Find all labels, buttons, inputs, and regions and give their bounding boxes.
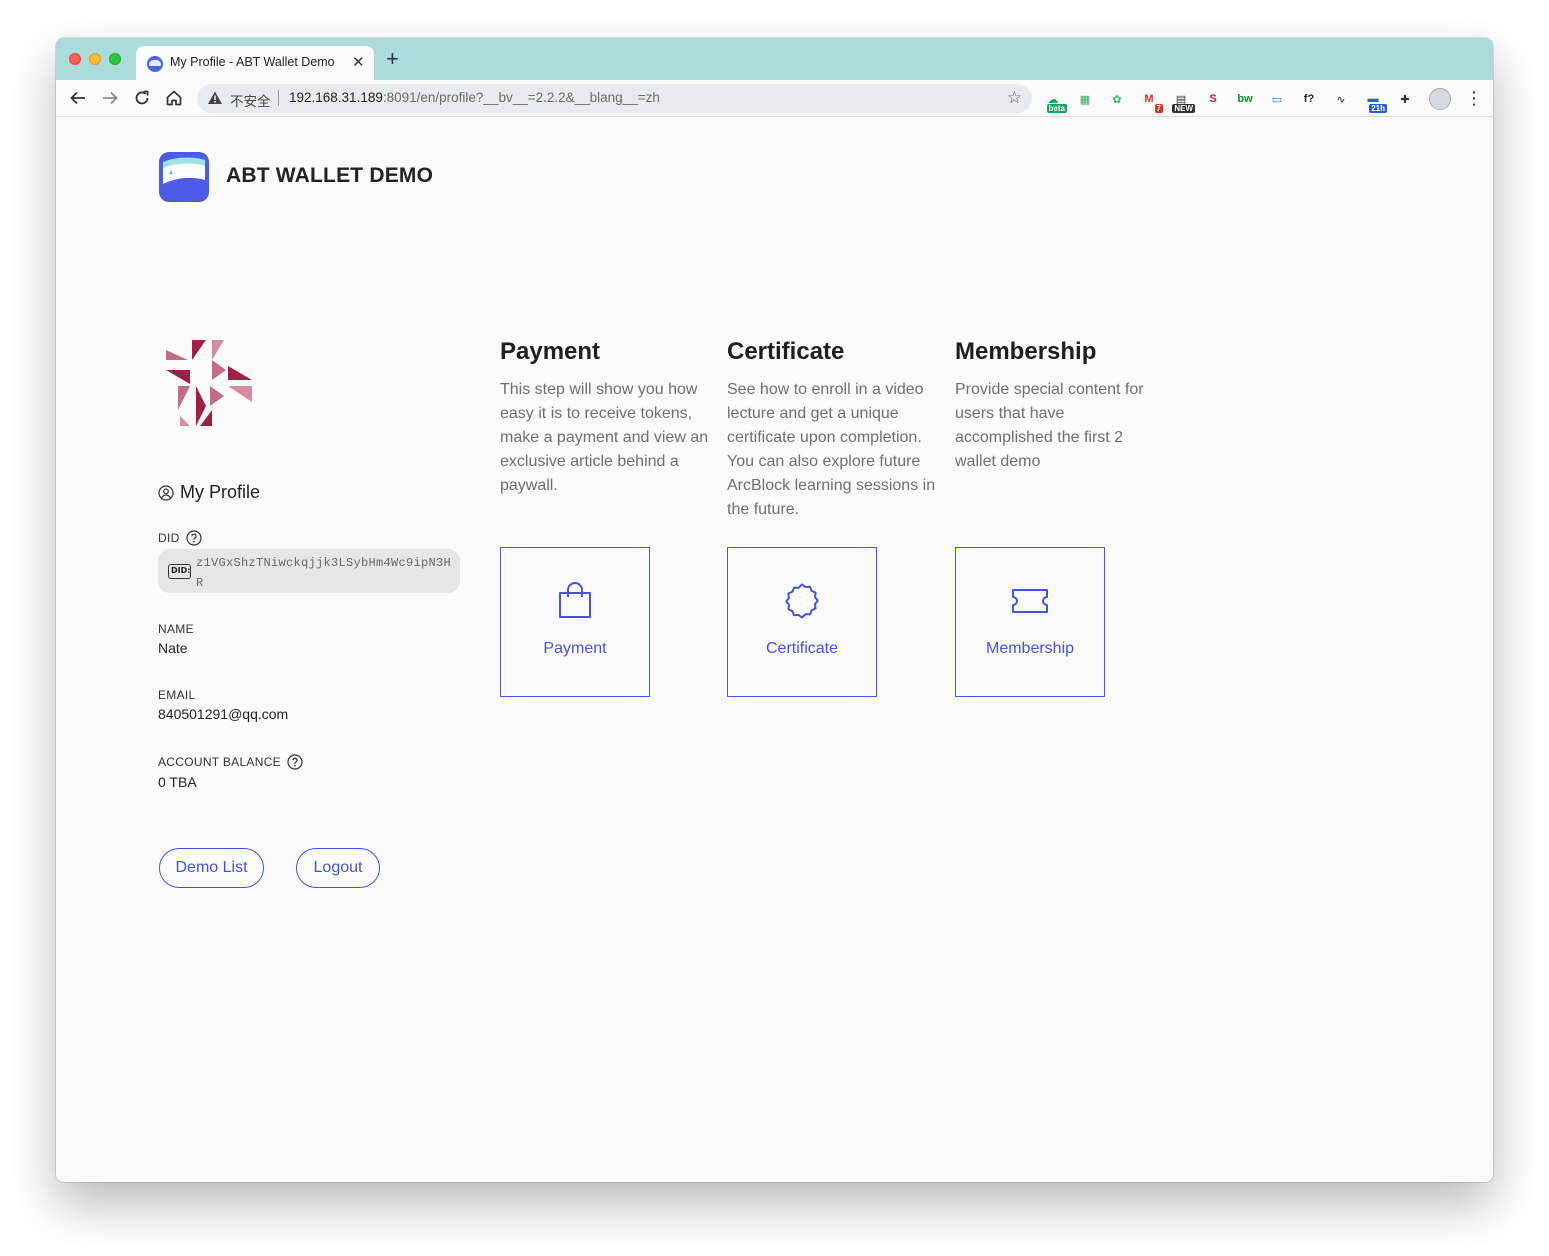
- demo-list-button[interactable]: Demo List: [159, 848, 264, 888]
- sheets-extension-icon[interactable]: ▦: [1075, 89, 1095, 109]
- evernote-glyph: ✿: [1112, 93, 1122, 106]
- email-value: 840501291@qq.com: [158, 706, 289, 722]
- payment-description: This step will show you how easy it is t…: [500, 381, 709, 494]
- abt-wallet-logo: [159, 152, 209, 202]
- badge-icon: [785, 583, 819, 619]
- balance-value: 0 TBA: [158, 774, 197, 790]
- tab-strip: My Profile - ABT Wallet Demo ✕ +: [56, 38, 1493, 80]
- brand-title: ABT WALLET DEMO: [226, 164, 434, 187]
- screen-extension-icon[interactable]: ▭: [1267, 89, 1287, 109]
- omnibox-divider: [278, 90, 279, 106]
- certificate-title: Certificate: [727, 338, 845, 365]
- back-icon[interactable]: [67, 87, 89, 109]
- insecure-label[interactable]: 不安全: [230, 90, 271, 110]
- bw-extension-icon[interactable]: bw: [1235, 89, 1255, 109]
- address-bar[interactable]: 不安全 192.168.31.189:8091/en/profile?__bv_…: [197, 84, 1032, 113]
- shopping-bag-icon: [559, 582, 591, 618]
- name-label-text: NAME: [158, 622, 194, 636]
- font-extension-icon[interactable]: f?: [1299, 89, 1319, 109]
- puzzle-extension-icon[interactable]: ✚: [1395, 89, 1415, 109]
- minimize-window-button[interactable]: [89, 53, 101, 65]
- page-content: ABT WALLET DEMO My Profile DID DID: z1VG…: [56, 118, 1493, 1182]
- warning-icon[interactable]: [207, 90, 223, 111]
- payment-card-label: Payment: [543, 640, 607, 657]
- url-text[interactable]: 192.168.31.189:8091/en/profile?__bv__=2.…: [289, 90, 660, 105]
- membership-card-label: Membership: [985, 640, 1075, 657]
- did-help-icon[interactable]: [185, 530, 202, 546]
- certificate-card-label: Certificate: [765, 640, 839, 657]
- home-icon[interactable]: [163, 87, 185, 109]
- forward-icon[interactable]: [99, 87, 121, 109]
- calendar-badge: 21h: [1369, 104, 1387, 113]
- did-display[interactable]: DID: z1VGxShzTNiwckqjjk3LSybHm4Wc9ipN3HR: [158, 549, 460, 593]
- url-path: :8091/en/profile?__bv__=2.2.2&__blang__=…: [382, 90, 660, 105]
- email-label-text: EMAIL: [158, 688, 196, 702]
- evernote-extension-icon[interactable]: ✿: [1107, 89, 1127, 109]
- news-badge: NEW: [1172, 104, 1195, 113]
- profile-avatar-icon[interactable]: [1429, 88, 1451, 110]
- reload-icon[interactable]: [131, 87, 153, 109]
- balance-help-icon[interactable]: [287, 754, 303, 770]
- my-profile-title: My Profile: [180, 482, 261, 502]
- screen-glyph: ▭: [1271, 93, 1283, 106]
- membership-card[interactable]: Membership: [955, 547, 1105, 697]
- browser-window: My Profile - ABT Wallet Demo ✕ + 不安全 192…: [56, 38, 1493, 1182]
- logout-button[interactable]: Logout: [296, 848, 380, 888]
- tab-close-icon[interactable]: ✕: [352, 53, 365, 71]
- close-window-button[interactable]: [69, 53, 81, 65]
- news-extension-icon[interactable]: ▤ NEW: [1171, 89, 1195, 113]
- payment-title: Payment: [500, 338, 601, 365]
- font-glyph: f?: [1303, 93, 1315, 105]
- payment-card[interactable]: Payment: [500, 547, 650, 697]
- chart-glyph: ∿: [1336, 93, 1346, 106]
- gmail-extension-icon[interactable]: M7: [1139, 89, 1163, 113]
- did-label-row: DID: [158, 530, 202, 546]
- ticket-icon: [1012, 589, 1048, 613]
- did-value: z1VGxShzTNiwckqjjk3LSybHm4Wc9ipN3HR: [196, 556, 452, 590]
- did-badge-icon: DID:: [168, 564, 191, 579]
- membership-description: Provide special content for users that h…: [955, 381, 1144, 470]
- did-label: DID: [158, 531, 180, 545]
- tab-my-profile[interactable]: My Profile - ABT Wallet Demo ✕: [136, 46, 374, 80]
- cloud-beta-badge: beta: [1046, 104, 1067, 113]
- new-tab-button[interactable]: +: [386, 48, 399, 70]
- bookmark-star-icon[interactable]: ☆: [1007, 88, 1022, 108]
- name-value: Nate: [158, 640, 188, 656]
- puzzle-glyph: ✚: [1400, 93, 1410, 106]
- red-square-glyph: S: [1209, 93, 1217, 105]
- email-label: EMAIL: [158, 688, 196, 702]
- chart-extension-icon[interactable]: ∿: [1331, 89, 1351, 109]
- sheets-glyph: ▦: [1079, 93, 1091, 106]
- tab-favicon-icon: [147, 56, 163, 72]
- certificate-card[interactable]: Certificate: [727, 547, 877, 697]
- certificate-description: See how to enroll in a video lecture and…: [727, 381, 936, 518]
- balance-label: ACCOUNT BALANCE: [158, 755, 281, 769]
- membership-title: Membership: [955, 338, 1097, 365]
- user-avatar: [166, 340, 252, 426]
- cloud-beta-extension-icon[interactable]: ☁ beta: [1043, 89, 1067, 113]
- tab-title: My Profile - ABT Wallet Demo: [170, 55, 335, 69]
- zoom-window-button[interactable]: [109, 53, 121, 65]
- browser-toolbar: 不安全 192.168.31.189:8091/en/profile?__bv_…: [56, 80, 1493, 117]
- bw-glyph: bw: [1237, 93, 1253, 105]
- calendar-extension-icon[interactable]: ▬ 21h: [1363, 89, 1387, 113]
- red-square-extension-icon[interactable]: S: [1203, 89, 1223, 109]
- url-host: 192.168.31.189: [289, 90, 383, 105]
- my-profile-heading: My Profile: [158, 482, 260, 503]
- name-label: NAME: [158, 622, 194, 636]
- user-circle-icon: [158, 484, 174, 501]
- balance-label-row: ACCOUNT BALANCE: [158, 754, 303, 770]
- more-menu-icon[interactable]: ⋮: [1464, 88, 1484, 108]
- gmail-badge: 7: [1154, 104, 1163, 113]
